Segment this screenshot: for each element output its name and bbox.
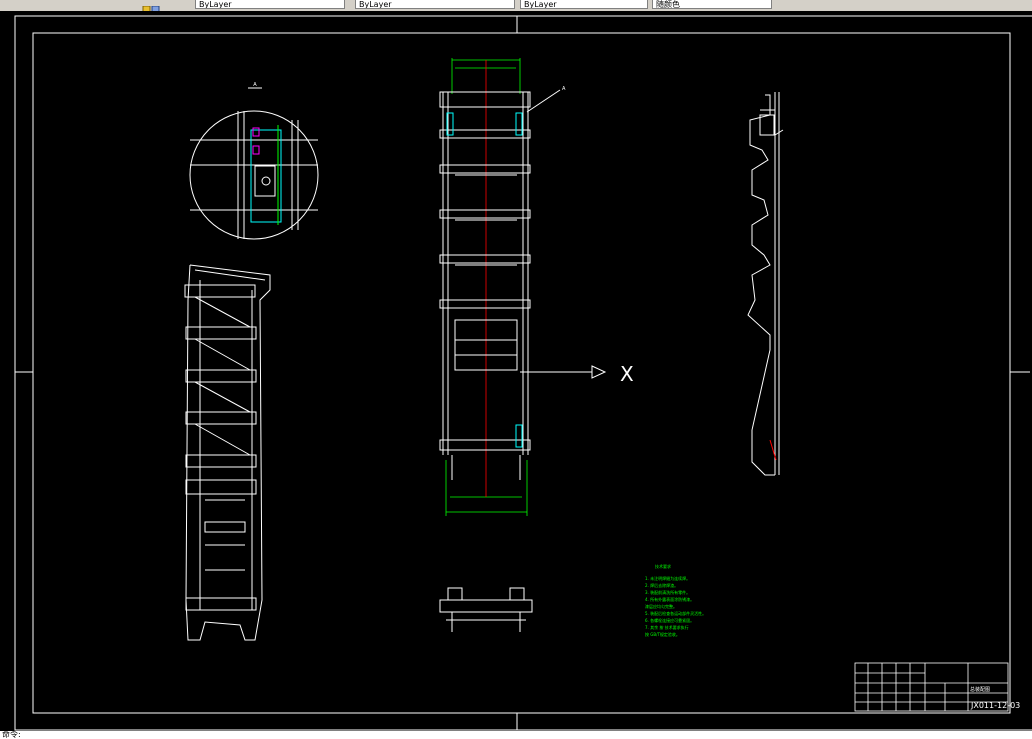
dimension-lines — [445, 58, 528, 516]
drawing-canvas[interactable]: A A X 技术要求 1. 未注明焊缝为连续焊。 2. 焊后去除焊渣。 3. 装… — [0, 11, 1032, 731]
command-line[interactable]: 命令: — [0, 731, 1032, 739]
lineweight-dropdown[interactable]: ByLayer — [520, 0, 648, 9]
svg-text:5. 装配后检查各运动部件灵活性。: 5. 装配后检查各运动部件灵活性。 — [645, 610, 706, 616]
layer-dropdown[interactable]: ByLayer — [195, 0, 345, 9]
detail-view-a: A — [189, 82, 319, 240]
plan-view — [439, 587, 533, 632]
svg-text:6. 各螺栓连接应可靠紧固。: 6. 各螺栓连接应可靠紧固。 — [645, 617, 694, 623]
svg-text:3. 装配前清洗所有零件。: 3. 装配前清洗所有零件。 — [645, 589, 690, 595]
svg-text:按 GB/T规定验收。: 按 GB/T规定验收。 — [645, 631, 680, 637]
detail-label: A — [253, 82, 257, 88]
svg-text:1. 未注明焊缝为连续焊。: 1. 未注明焊缝为连续焊。 — [645, 575, 690, 581]
svg-text:4. 所有外露表面涂防锈漆。: 4. 所有外露表面涂防锈漆。 — [645, 596, 694, 602]
section-arrow — [520, 365, 607, 379]
drawing-svg[interactable]: A A X 技术要求 1. 未注明焊缝为连续焊。 2. 焊后去除焊渣。 3. 装… — [0, 11, 1032, 731]
svg-text:技术要求: 技术要求 — [655, 563, 671, 569]
detail-callout: A — [562, 86, 566, 92]
plotstyle-dropdown[interactable]: 随颜色 — [652, 0, 772, 9]
front-view: A X — [439, 58, 634, 516]
linetype-dropdown[interactable]: ByLayer — [355, 0, 515, 9]
svg-text:7. 其余 按 技术要求执行: 7. 其余 按 技术要求执行 — [645, 624, 689, 630]
drawing-number: JX011-12-03 — [970, 701, 1020, 710]
side-view — [747, 92, 784, 476]
layer-state-icon[interactable] — [142, 0, 160, 11]
svg-text:漆层应均匀完整。: 漆层应均匀完整。 — [645, 603, 677, 609]
isometric-view — [184, 264, 271, 641]
svg-text:2. 焊后去除焊渣。: 2. 焊后去除焊渣。 — [645, 582, 678, 588]
part-name: 总装配图 — [970, 686, 990, 693]
section-label: X — [620, 362, 634, 386]
tech-requirements: 技术要求 1. 未注明焊缝为连续焊。 2. 焊后去除焊渣。 3. 装配前清洗所有… — [645, 563, 706, 637]
